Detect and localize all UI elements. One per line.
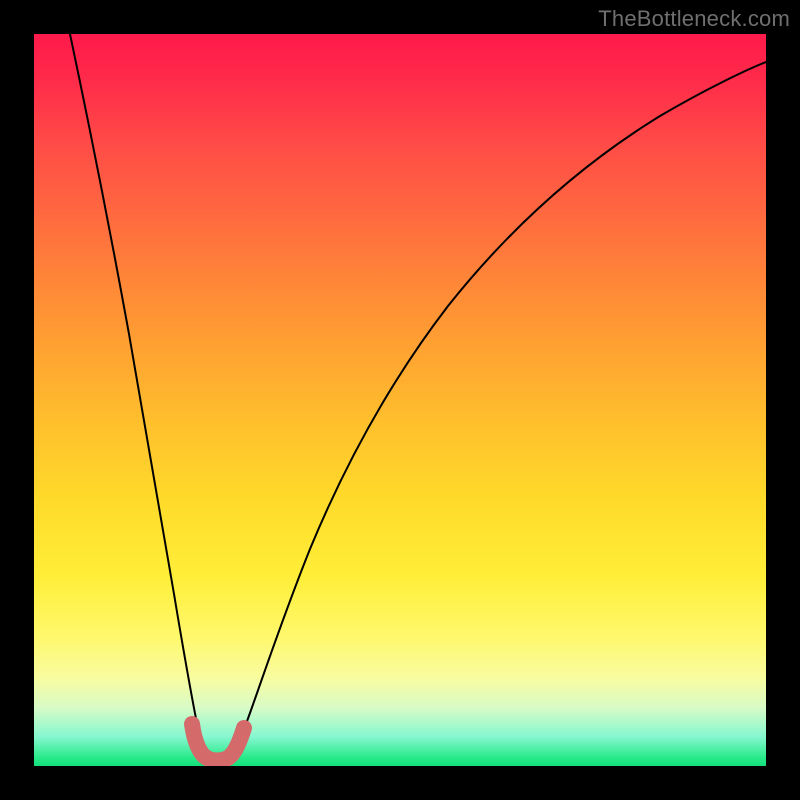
chart-frame: TheBottleneck.com (0, 0, 800, 800)
minimum-marker (192, 724, 244, 760)
plot-area (34, 34, 766, 766)
bottleneck-curve (70, 34, 766, 758)
curve-layer (34, 34, 766, 766)
watermark-text: TheBottleneck.com (598, 6, 790, 32)
